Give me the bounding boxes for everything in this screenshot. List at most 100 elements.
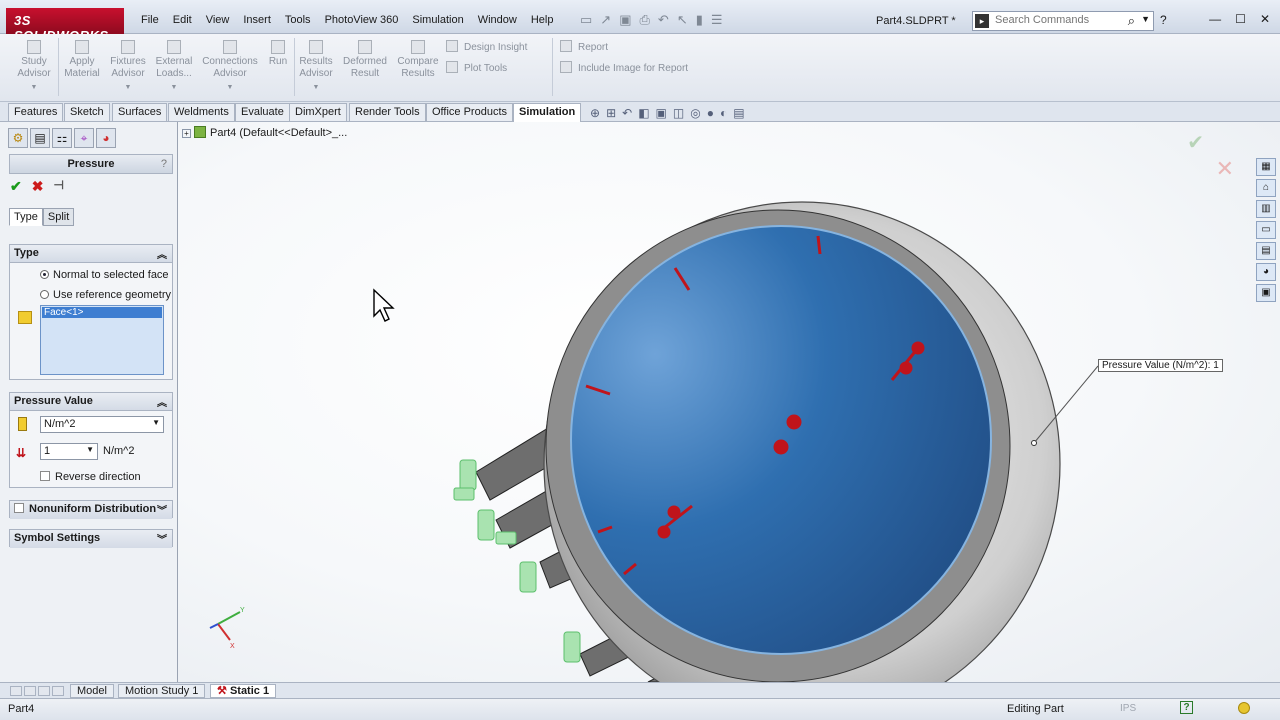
tab-dimxpert[interactable]: DimXpert xyxy=(289,103,347,121)
fixtures-advisor-button[interactable]: Fixtures Advisor ▼ xyxy=(108,40,148,94)
face-selection-list[interactable]: Face<1> xyxy=(40,305,164,375)
pressure-value-input[interactable]: 1 ▼ xyxy=(40,443,98,460)
unit-select[interactable]: N/m^2 ▼ xyxy=(40,416,164,433)
chevron-down-icon[interactable]: ▼ xyxy=(152,418,160,427)
connections-advisor-button[interactable]: Connections Advisor ▼ xyxy=(200,40,260,94)
menu-window[interactable]: Window xyxy=(471,14,524,26)
menu-insert[interactable]: Insert xyxy=(236,14,278,26)
previous-view-icon[interactable]: ↶ xyxy=(622,106,632,120)
apply-material-button[interactable]: Apply Material xyxy=(62,40,102,80)
prev-tab-arrow-icon[interactable] xyxy=(24,686,36,696)
plot-tools-button[interactable]: Plot Tools xyxy=(446,61,507,74)
new-doc-icon[interactable]: ▭ xyxy=(580,12,592,28)
results-advisor-button[interactable]: Results Advisor ▼ xyxy=(298,40,334,94)
tab-weldments[interactable]: Weldments xyxy=(168,103,235,121)
units-indicator[interactable]: IPS xyxy=(1120,703,1136,714)
cancel-x-icon[interactable]: ✖ xyxy=(32,178,44,195)
minimize-icon[interactable]: — xyxy=(1209,12,1221,26)
property-manager-icon[interactable]: ▤ xyxy=(30,128,50,148)
tab-simulation[interactable]: Simulation xyxy=(513,103,582,123)
display-manager-icon[interactable]: ◕ xyxy=(96,128,116,148)
folder-icon[interactable]: ▭ xyxy=(1256,221,1276,239)
ok-check-icon[interactable]: ✔ xyxy=(10,178,22,195)
menu-view[interactable]: View xyxy=(199,14,237,26)
symbol-settings-header[interactable]: Symbol Settings ︾ xyxy=(10,530,172,548)
chevron-down-icon[interactable]: ▼ xyxy=(1141,14,1150,24)
print-icon[interactable]: ⎙ xyxy=(640,12,650,28)
first-tab-arrow-icon[interactable] xyxy=(10,686,22,696)
next-tab-arrow-icon[interactable] xyxy=(38,686,50,696)
custom-properties-icon[interactable]: ▣ xyxy=(1256,284,1276,302)
deformed-result-button[interactable]: Deformed Result xyxy=(340,40,390,80)
tab-features[interactable]: Features xyxy=(8,103,64,121)
quick-tips-icon[interactable]: ? xyxy=(1180,701,1193,714)
hide-show-icon[interactable]: ◎ xyxy=(690,106,700,120)
last-tab-arrow-icon[interactable] xyxy=(52,686,64,696)
tab-static-study[interactable]: ⚒ Static 1 xyxy=(210,684,277,698)
view-settings-icon[interactable]: ▤ xyxy=(733,106,744,120)
nonuniform-checkbox[interactable] xyxy=(14,503,24,513)
view-orientation-icon[interactable]: ▣ xyxy=(656,106,667,120)
menu-help[interactable]: Help xyxy=(524,14,561,26)
menu-simulation[interactable]: Simulation xyxy=(405,14,470,26)
display-style-icon[interactable]: ◫ xyxy=(673,106,684,120)
zoom-fit-icon[interactable]: ⊕ xyxy=(590,106,600,120)
select-icon[interactable]: ↖ xyxy=(677,12,688,28)
section-view-icon[interactable]: ◧ xyxy=(638,106,649,120)
help-icon[interactable]: ? xyxy=(1160,13,1167,27)
home-icon[interactable]: ⌂ xyxy=(1256,179,1276,197)
tab-type[interactable]: Type xyxy=(9,208,43,226)
tab-office-products[interactable]: Office Products xyxy=(426,103,513,121)
configuration-manager-icon[interactable]: ⚏ xyxy=(52,128,72,148)
resources-icon[interactable]: ▦ xyxy=(1256,158,1276,176)
face-list-item[interactable]: Face<1> xyxy=(42,307,162,318)
tab-model[interactable]: Model xyxy=(70,684,114,698)
study-advisor-button[interactable]: Study Advisor ▼ xyxy=(16,40,52,94)
report-button[interactable]: Report xyxy=(560,40,608,53)
search-input[interactable] xyxy=(995,14,1125,26)
appearance-icon[interactable]: ● xyxy=(707,106,714,120)
graphics-area[interactable]: + Part4 (Default<<Default>_... Pressure … xyxy=(178,122,1280,682)
confirm-corner-ok-icon[interactable]: ✔ xyxy=(1187,130,1204,155)
model-viewport[interactable] xyxy=(178,122,1280,682)
scene-icon[interactable]: ◐ xyxy=(720,106,727,120)
menu-file[interactable]: File xyxy=(134,14,166,26)
compare-results-button[interactable]: Compare Results xyxy=(396,40,440,80)
undo-icon[interactable]: ↶ xyxy=(658,12,669,28)
view-palette-icon[interactable]: ▤ xyxy=(1256,242,1276,260)
type-group-header[interactable]: Type ︽ xyxy=(10,245,172,263)
library-icon[interactable]: ▥ xyxy=(1256,200,1276,218)
rebuild-indicator-icon[interactable] xyxy=(1238,702,1250,714)
search-box[interactable]: ▸ ⌕ ▼ xyxy=(972,11,1154,31)
menu-edit[interactable]: Edit xyxy=(166,14,199,26)
checkbox-box[interactable] xyxy=(40,471,50,481)
maximize-icon[interactable]: ☐ xyxy=(1235,12,1246,26)
rebuild-icon[interactable]: ▮ xyxy=(696,12,703,28)
pressure-callout[interactable]: Pressure Value (N/m^2): 1 xyxy=(1098,359,1223,372)
confirm-corner-cancel-icon[interactable]: ✕ xyxy=(1216,156,1234,182)
include-image-button[interactable]: Include Image for Report xyxy=(560,61,688,74)
save-icon[interactable]: ▣ xyxy=(619,12,631,28)
nonuniform-header[interactable]: Nonuniform Distribution ︾ xyxy=(10,501,172,519)
appearances-icon[interactable]: ◕ xyxy=(1256,263,1276,281)
pm-help-icon[interactable]: ? xyxy=(161,155,167,173)
collapse-chevron-icon[interactable]: ︽ xyxy=(157,394,167,409)
external-loads-button[interactable]: External Loads... ▼ xyxy=(152,40,196,94)
radio-reference-geometry[interactable]: Use reference geometry xyxy=(40,289,171,301)
options-icon[interactable]: ☰ xyxy=(711,12,723,28)
app-logo[interactable]: 3S SOLIDWORKS xyxy=(6,8,124,43)
menu-photoview[interactable]: PhotoView 360 xyxy=(318,14,406,26)
feature-manager-icon[interactable]: ⚙ xyxy=(8,128,28,148)
reverse-direction-checkbox[interactable]: Reverse direction xyxy=(40,471,141,483)
tab-evaluate[interactable]: Evaluate xyxy=(235,103,290,121)
expand-chevron-icon[interactable]: ︾ xyxy=(157,531,167,546)
tab-split[interactable]: Split xyxy=(42,208,75,226)
collapse-chevron-icon[interactable]: ︽ xyxy=(157,246,167,261)
search-icon[interactable]: ⌕ xyxy=(1128,13,1135,29)
pressure-group-header[interactable]: Pressure Value ︽ xyxy=(10,393,172,411)
tab-motion-study[interactable]: Motion Study 1 xyxy=(118,684,206,698)
tab-render-tools[interactable]: Render Tools xyxy=(349,103,426,121)
expand-chevron-icon[interactable]: ︾ xyxy=(157,502,167,517)
open-icon[interactable]: ↗ xyxy=(600,12,611,28)
pin-icon[interactable]: ⊣ xyxy=(53,178,63,195)
